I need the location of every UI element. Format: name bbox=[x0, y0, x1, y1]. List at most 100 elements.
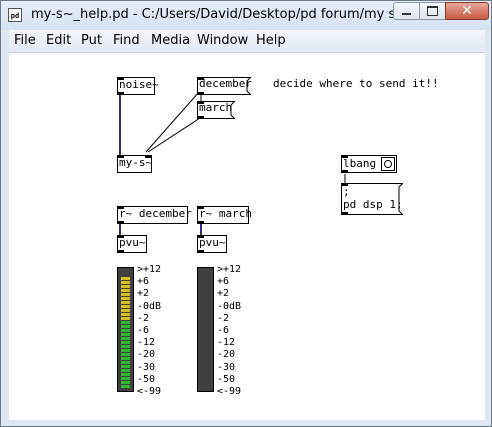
vu-level-segment bbox=[121, 289, 130, 292]
outlet[interactable] bbox=[341, 170, 348, 173]
menu-find[interactable]: Find bbox=[113, 33, 140, 48]
vu-scale-label: -2 bbox=[137, 312, 150, 324]
menu-bar: File Edit Put Find Media Window Help bbox=[9, 30, 485, 53]
vu-scale-label: +2 bbox=[137, 288, 150, 300]
vu-scale-label: -30 bbox=[217, 361, 236, 373]
march-message[interactable]: march bbox=[197, 101, 235, 119]
vu-level-segment bbox=[121, 329, 130, 332]
menu-media[interactable]: Media bbox=[151, 33, 190, 48]
vu-level-segment bbox=[121, 385, 130, 388]
vu-level-segment bbox=[121, 301, 130, 304]
march-message-label: march bbox=[199, 101, 233, 114]
vu-scale-label: +6 bbox=[137, 276, 150, 288]
vu-level-segment bbox=[121, 309, 130, 312]
noise-object[interactable]: noise~ bbox=[117, 77, 159, 95]
patch-connections bbox=[119, 91, 346, 237]
vu-level-segment bbox=[121, 297, 130, 300]
title-bar[interactable]: pd my-s~_help.pd - C:/Users/David/Deskto… bbox=[1, 1, 491, 30]
vu-level-segment bbox=[121, 305, 130, 308]
vu-scale-label: -6 bbox=[217, 325, 230, 336]
vu-level-segment bbox=[121, 349, 130, 352]
vu-level-segment bbox=[121, 293, 130, 296]
dsp-message-line2: pd dsp 1; bbox=[343, 198, 403, 211]
vu-scale-label: -50 bbox=[217, 373, 236, 385]
maximize-button[interactable] bbox=[419, 2, 446, 20]
vu-level-segment bbox=[121, 353, 130, 356]
vu-meter-right[interactable] bbox=[197, 267, 214, 392]
vu-level-segment bbox=[121, 285, 130, 288]
inlet-right[interactable] bbox=[145, 155, 152, 158]
vu-scale-label: >+12 bbox=[137, 264, 162, 275]
outlet[interactable] bbox=[197, 250, 204, 253]
outlet[interactable] bbox=[117, 221, 124, 224]
outlet[interactable] bbox=[117, 250, 124, 253]
vu-level-segment bbox=[121, 345, 130, 348]
menu-put[interactable]: Put bbox=[81, 33, 102, 48]
message-connection-december bbox=[145, 91, 200, 153]
bang-icon[interactable] bbox=[381, 157, 395, 171]
vu-scale-label: -20 bbox=[217, 349, 236, 361]
pvu-right-object[interactable]: pvu~ bbox=[197, 235, 227, 253]
inlet[interactable] bbox=[117, 235, 124, 238]
vu-scale-label: <-99 bbox=[217, 386, 242, 397]
noise-object-label: noise~ bbox=[119, 78, 159, 91]
my-send-object[interactable]: my-s~ bbox=[117, 155, 152, 173]
vu-scale-label: -30 bbox=[137, 361, 156, 373]
close-icon: ✕ bbox=[461, 3, 473, 19]
minimize-button[interactable] bbox=[393, 2, 420, 20]
vu-level-segment bbox=[121, 333, 130, 336]
menu-window[interactable]: Window bbox=[197, 33, 248, 48]
vu-scale-label: >+12 bbox=[217, 264, 242, 275]
inlet[interactable] bbox=[341, 155, 348, 158]
bang-circle-icon bbox=[384, 160, 392, 168]
menu-edit[interactable]: Edit bbox=[46, 33, 71, 48]
vu-scale-label: -20 bbox=[137, 349, 156, 361]
december-message[interactable]: december bbox=[197, 77, 252, 95]
vu-scale-label: -6 bbox=[137, 325, 150, 336]
vu-level-segment bbox=[121, 321, 130, 324]
send-comment: decide where to send it!! bbox=[273, 77, 439, 90]
vu-level-segment bbox=[121, 325, 130, 328]
vu-level-segment bbox=[121, 361, 130, 364]
vu-scale-label: -2 bbox=[217, 312, 230, 324]
receive-december-object[interactable]: r~ december bbox=[117, 206, 192, 224]
vu-level-segment bbox=[121, 377, 130, 380]
december-message-label: december bbox=[199, 77, 252, 90]
lbang-label: lbang bbox=[343, 157, 377, 170]
lbang-object[interactable]: lbang bbox=[341, 155, 397, 173]
vu-scale-label: +6 bbox=[217, 276, 230, 288]
vu-level-segment bbox=[121, 381, 130, 384]
dsp-on-message[interactable]: ; pd dsp 1; bbox=[341, 183, 403, 215]
maximize-icon bbox=[427, 6, 438, 16]
close-button[interactable]: ✕ bbox=[445, 2, 489, 20]
vu-level-segment bbox=[121, 357, 130, 360]
vu-scale-label: <-99 bbox=[137, 386, 162, 397]
inlet[interactable] bbox=[117, 77, 124, 80]
vu-scale-label: -12 bbox=[217, 337, 236, 349]
inlet-left[interactable] bbox=[117, 155, 124, 158]
vu-level-segment bbox=[121, 313, 130, 316]
vu-scale-label: -0dB bbox=[217, 300, 242, 312]
vu-level-segment bbox=[121, 365, 130, 368]
vu-level-segment bbox=[121, 281, 130, 284]
message-connection-march bbox=[147, 117, 201, 153]
inlet[interactable] bbox=[197, 206, 204, 209]
vu-scale-label: -0dB bbox=[137, 300, 162, 312]
dsp-message-line1: ; bbox=[343, 185, 350, 198]
vu-level-segment bbox=[121, 277, 130, 280]
vu-level-segment bbox=[121, 373, 130, 376]
window-title: my-s~_help.pd - C:/Users/David/Desktop/p… bbox=[31, 7, 420, 22]
patch-canvas[interactable]: noise~ december march decide where to se… bbox=[9, 53, 485, 420]
pvu-left-object[interactable]: pvu~ bbox=[117, 235, 147, 253]
pd-patch-window: pd my-s~_help.pd - C:/Users/David/Deskto… bbox=[0, 0, 492, 427]
inlet[interactable] bbox=[117, 206, 124, 209]
menu-file[interactable]: File bbox=[14, 33, 36, 48]
minimize-icon bbox=[402, 13, 411, 15]
menu-help[interactable]: Help bbox=[256, 33, 286, 48]
receive-december-label: r~ december bbox=[119, 207, 192, 220]
outlet[interactable] bbox=[197, 221, 204, 224]
vu-meter-left[interactable] bbox=[117, 267, 134, 392]
receive-march-object[interactable]: r~ march bbox=[197, 206, 252, 224]
outlet[interactable] bbox=[117, 92, 124, 95]
inlet[interactable] bbox=[197, 235, 204, 238]
